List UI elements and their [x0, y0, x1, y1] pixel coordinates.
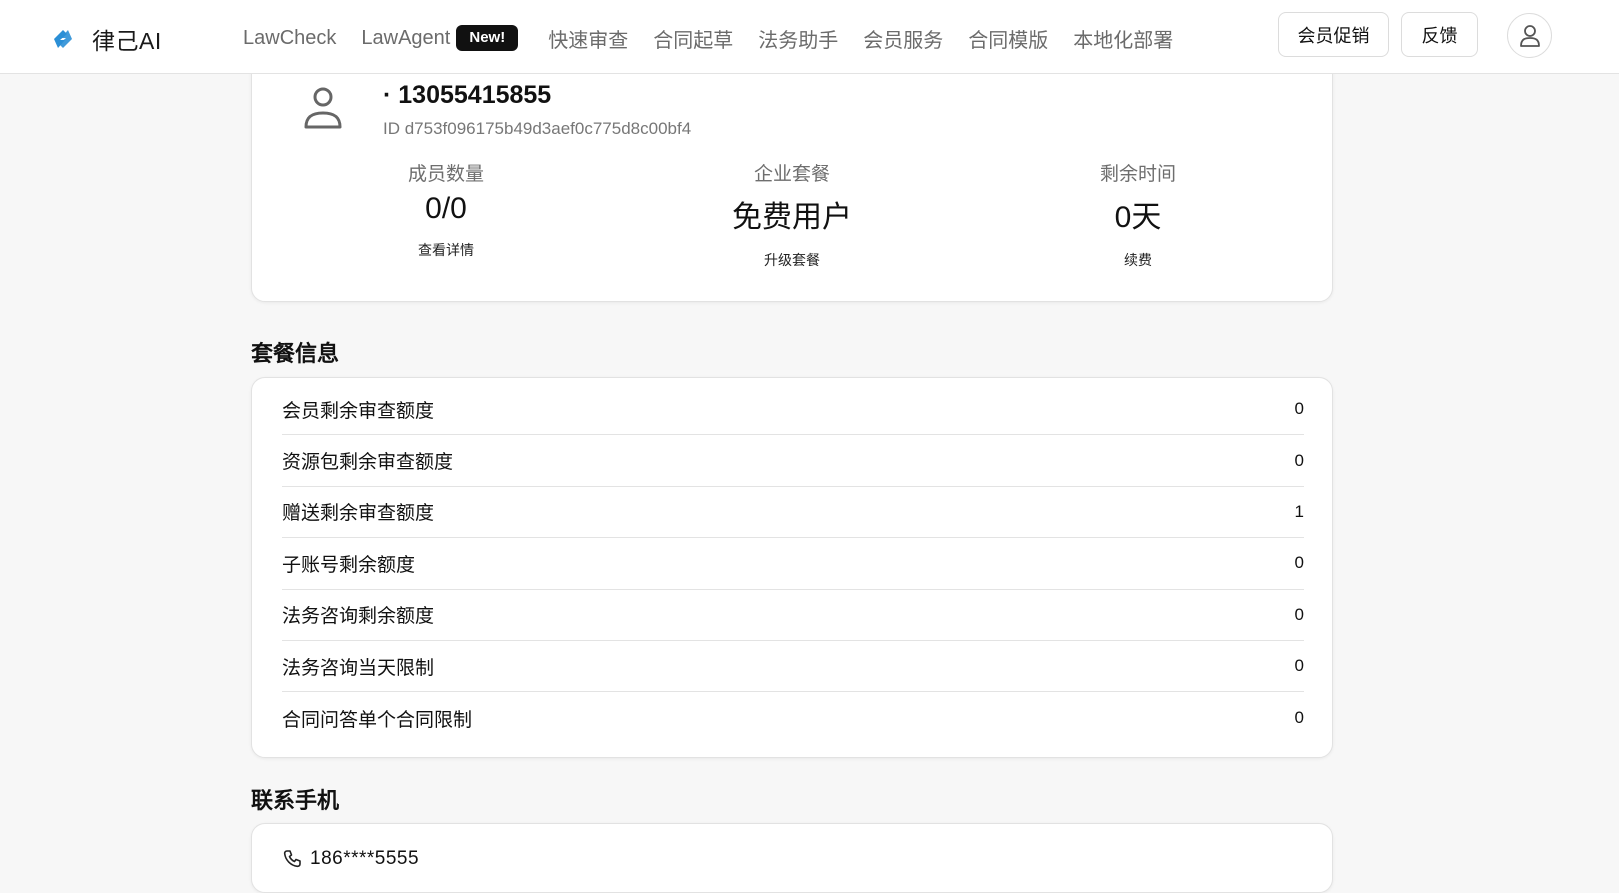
- plan-row-label: 法务咨询当天限制: [282, 657, 435, 679]
- stat-value: 免费用户: [732, 201, 852, 234]
- main-nav: LawCheck LawAgent New! 快速审查 合同起草 法务助手 会员…: [243, 22, 1198, 54]
- contact-section-title: 联系手机: [251, 788, 340, 813]
- nav-lawcheck[interactable]: LawCheck: [243, 27, 336, 50]
- stat-value: 0天: [1114, 201, 1162, 234]
- contact-card: 186****5555: [251, 823, 1333, 893]
- stat-label: 企业套餐: [753, 164, 830, 185]
- view-details-link[interactable]: 查看详情: [326, 240, 566, 260]
- nav-quick-review[interactable]: 快速审查: [548, 24, 628, 53]
- plan-row: 会员剩余审查额度 0: [282, 384, 1304, 436]
- nav-legal-assistant[interactable]: 法务助手: [758, 24, 838, 53]
- plan-row-value: 1: [1294, 501, 1304, 521]
- stat-remaining-time: 剩余时间 0天 续费: [1018, 159, 1258, 270]
- upgrade-plan-link[interactable]: 升级套餐: [672, 250, 912, 270]
- brand-logo-icon: [54, 30, 72, 48]
- plan-row: 赠送剩余审查额度 1: [282, 487, 1304, 539]
- nav-local-deployment[interactable]: 本地化部署: [1073, 24, 1173, 53]
- nav-lawagent-label: LawAgent: [361, 26, 451, 49]
- stat-value: 0/0: [425, 192, 467, 225]
- plan-row-value: 0: [1294, 450, 1304, 470]
- stat-label: 剩余时间: [1099, 164, 1176, 185]
- account-phone: · 13055415855: [383, 81, 552, 109]
- phone-icon: [283, 850, 301, 868]
- nav-contract-templates[interactable]: 合同模版: [968, 24, 1048, 53]
- plan-row-value: 0: [1294, 553, 1304, 573]
- profile-card: · 13055415855 ID d753f096175b49d3aef0c77…: [251, 40, 1333, 302]
- contact-phone-row: 186****5555: [282, 848, 419, 870]
- nav-lawagent[interactable]: LawAgent New!: [361, 25, 519, 51]
- plan-row: 资源包剩余审查额度 0: [282, 435, 1304, 487]
- plan-row-label: 法务咨询剩余额度: [282, 606, 435, 628]
- plan-row-value: 0: [1294, 604, 1304, 624]
- plan-row: 法务咨询剩余额度 0: [282, 590, 1304, 641]
- plan-section-title: 套餐信息: [251, 341, 340, 366]
- plan-row: 子账号剩余额度 0: [282, 538, 1304, 590]
- member-promo-button[interactable]: 会员促销: [1278, 12, 1389, 57]
- renew-link[interactable]: 续费: [1018, 250, 1258, 270]
- plan-row-label: 子账号剩余额度: [282, 554, 416, 576]
- plan-info-card: 会员剩余审查额度 0 资源包剩余审查额度 0 赠送剩余审查额度 1 子账号剩余额…: [251, 377, 1333, 758]
- feedback-button[interactable]: 反馈: [1401, 12, 1478, 57]
- nav-contract-drafting[interactable]: 合同起草: [653, 24, 733, 53]
- plan-row: 合同问答单个合同限制 0: [282, 692, 1304, 743]
- plan-row-value: 0: [1294, 708, 1304, 728]
- user-icon: [1519, 24, 1540, 47]
- plan-row-label: 合同问答单个合同限制: [282, 709, 473, 731]
- nav-member-service[interactable]: 会员服务: [863, 24, 943, 53]
- plan-row-value: 0: [1294, 656, 1304, 676]
- new-badge: New!: [456, 25, 519, 51]
- stat-label: 成员数量: [407, 164, 484, 185]
- plan-row-label: 资源包剩余审查额度: [282, 452, 454, 474]
- plan-row: 法务咨询当天限制 0: [282, 641, 1304, 693]
- stat-enterprise-plan: 企业套餐 免费用户 升级套餐: [672, 159, 912, 270]
- plan-row-label: 会员剩余审查额度: [282, 400, 435, 422]
- plan-list: 会员剩余审查额度 0 资源包剩余审查额度 0 赠送剩余审查额度 1 子账号剩余额…: [282, 384, 1304, 744]
- account-stats: 成员数量 0/0 查看详情 企业套餐 免费用户 升级套餐 剩余时间 0天 续费: [252, 159, 1334, 269]
- plan-row-label: 赠送剩余审查额度: [282, 503, 435, 525]
- profile-avatar-icon: [304, 87, 342, 129]
- brand-name: 律己AI: [92, 28, 162, 54]
- user-menu-button[interactable]: [1507, 13, 1552, 58]
- brand[interactable]: 律己AI: [48, 22, 162, 56]
- plan-row-value: 0: [1294, 399, 1304, 419]
- account-id: ID d753f096175b49d3aef0c775d8c00bf4: [383, 119, 692, 138]
- contact-phone-number: 186****5555: [310, 848, 420, 869]
- top-navigation-bar: 律己AI LawCheck LawAgent New! 快速审查 合同起草 法务…: [0, 0, 1619, 74]
- stat-member-count: 成员数量 0/0 查看详情: [326, 159, 566, 260]
